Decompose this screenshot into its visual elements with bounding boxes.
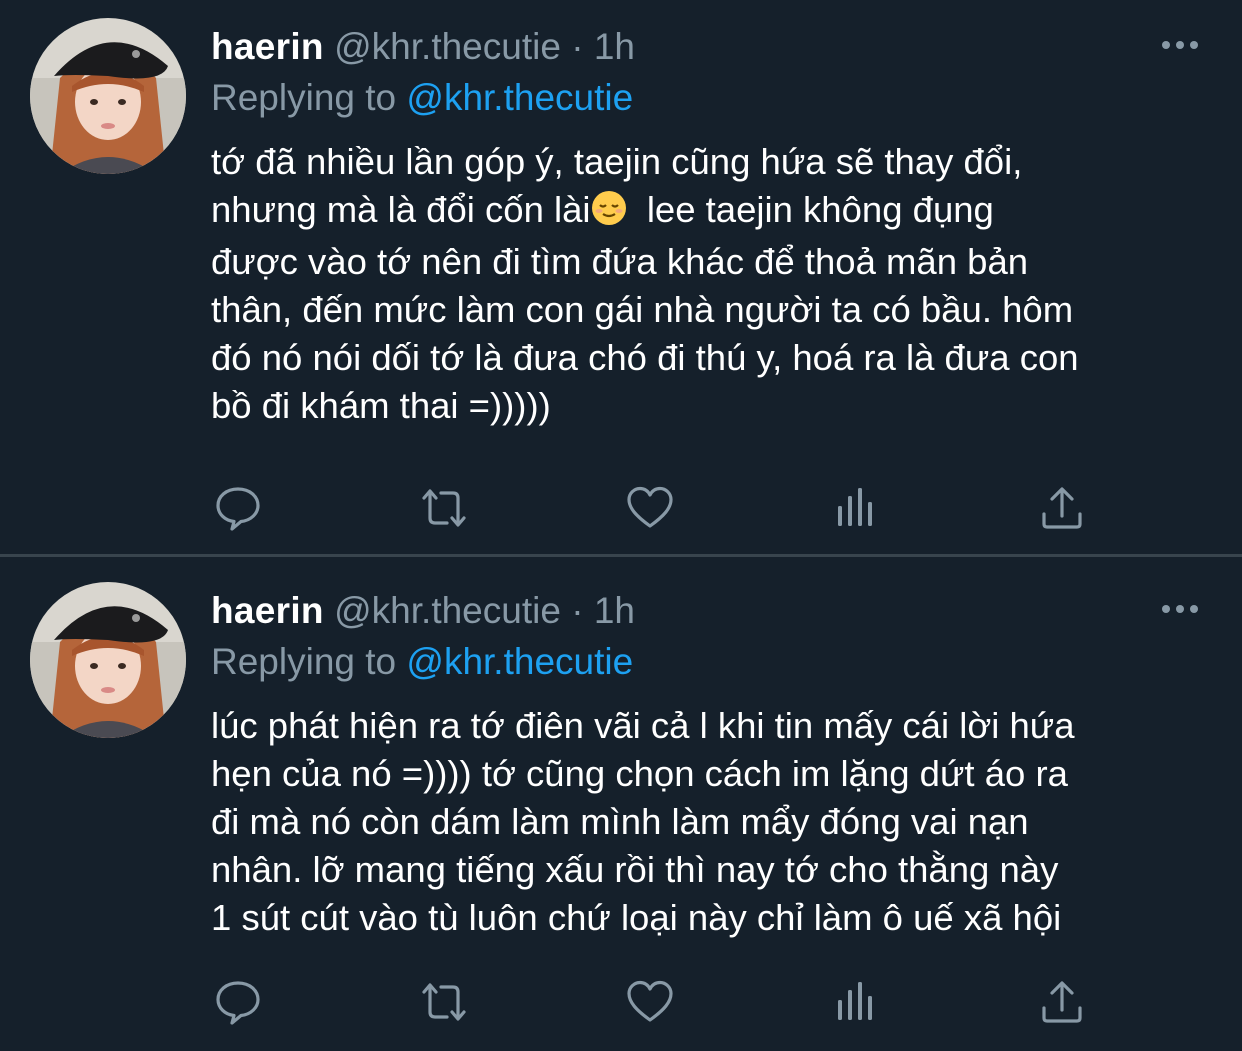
heart-icon[interactable] — [626, 978, 674, 1026]
tweet-actions — [0, 978, 1242, 1028]
share-upload-icon[interactable] — [1038, 484, 1086, 532]
tweet-header: haerin @khr.thecutie · 1h — [211, 586, 635, 636]
replying-prefix: Replying to — [211, 77, 397, 118]
tweet[interactable]: haerin @khr.thecutie · 1h Replying to @k… — [0, 0, 1242, 556]
more-dots-icon[interactable] — [1160, 38, 1200, 52]
tweet-text-line: thân, đến mức làm con gái nhà người ta c… — [211, 289, 1074, 330]
speech-bubble-icon[interactable] — [214, 484, 262, 532]
tweet-actions — [0, 484, 1242, 534]
tweet-text-line: 1 sút cút vào tù luôn chứ loại này chỉ l… — [211, 897, 1062, 938]
user-handle[interactable]: @khr.thecutie — [334, 26, 561, 67]
display-name[interactable]: haerin — [211, 590, 324, 631]
tweet-text-fragment: nhưng mà là đổi cốn lài — [211, 189, 591, 230]
retweet-icon[interactable] — [420, 978, 468, 1026]
tweet-text-line: đi mà nó còn dám làm mình làm mẩy đóng v… — [211, 801, 1029, 842]
mention-link[interactable]: @khr.thecutie — [406, 641, 633, 682]
timestamp[interactable]: 1h — [594, 26, 635, 67]
separator-dot: · — [571, 590, 584, 631]
tweet-text-line: đó nó nói dối tớ là đưa chó đi thú y, ho… — [211, 337, 1079, 378]
replying-to: Replying to @khr.thecutie — [211, 73, 633, 123]
retweet-icon[interactable] — [420, 484, 468, 532]
avatar[interactable] — [30, 582, 186, 738]
separator-dot: · — [571, 26, 584, 67]
bar-chart-icon[interactable] — [834, 978, 882, 1026]
share-upload-icon[interactable] — [1038, 978, 1086, 1026]
tweet-text-line: hẹn của nó =)))) tớ cũng chọn cách im lặ… — [211, 753, 1068, 794]
tweet-text-fragment: lee taejin không đụng — [626, 189, 994, 230]
relieved-face-emoji — [591, 190, 627, 238]
heart-icon[interactable] — [626, 484, 674, 532]
tweet-header: haerin @khr.thecutie · 1h — [211, 22, 635, 72]
mention-link[interactable]: @khr.thecutie — [406, 77, 633, 118]
replying-prefix: Replying to — [211, 641, 397, 682]
speech-bubble-icon[interactable] — [214, 978, 262, 1026]
tweet-text: lúc phát hiện ra tớ điên vãi cả l khi ti… — [211, 702, 1211, 942]
replying-to: Replying to @khr.thecutie — [211, 637, 633, 687]
tweet-text-line: lúc phát hiện ra tớ điên vãi cả l khi ti… — [211, 705, 1075, 746]
bar-chart-icon[interactable] — [834, 484, 882, 532]
display-name[interactable]: haerin — [211, 26, 324, 67]
more-dots-icon[interactable] — [1160, 602, 1200, 616]
tweet[interactable]: haerin @khr.thecutie · 1h Replying to @k… — [0, 558, 1242, 1051]
tweet-text-line: nhân. lỡ mang tiếng xấu rồi thì nay tớ c… — [211, 849, 1059, 890]
user-handle[interactable]: @khr.thecutie — [334, 590, 561, 631]
tweet-divider — [0, 554, 1242, 557]
tweet-text-line: được vào tớ nên đi tìm đứa khác để thoả … — [211, 241, 1029, 282]
avatar[interactable] — [30, 18, 186, 174]
tweet-text-line: bồ đi khám thai =))))) — [211, 385, 551, 426]
timestamp[interactable]: 1h — [594, 590, 635, 631]
tweet-text-line: tớ đã nhiều lần góp ý, taejin cũng hứa s… — [211, 141, 1023, 182]
tweet-text: tớ đã nhiều lần góp ý, taejin cũng hứa s… — [211, 138, 1211, 430]
tweet-text-line: nhưng mà là đổi cốn lài lee taejin không… — [211, 186, 1211, 238]
